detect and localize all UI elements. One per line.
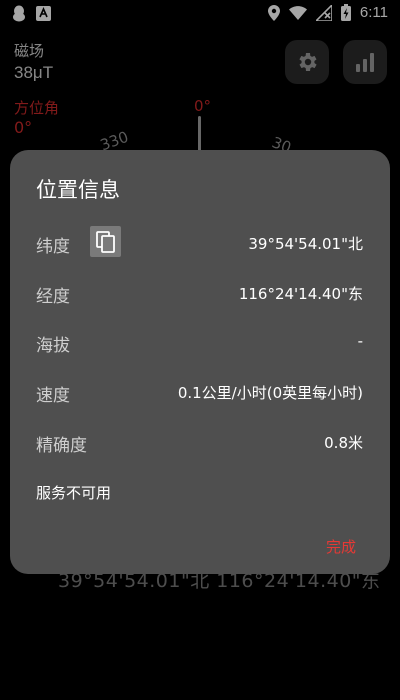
- latitude-label: 纬度: [36, 237, 70, 257]
- speed-label: 速度: [36, 386, 70, 406]
- longitude-row: 经度 116°24'14.40"东: [36, 278, 363, 308]
- dialog-title: 位置信息: [36, 178, 120, 202]
- longitude-value: 116°24'14.40"东: [238, 285, 363, 303]
- altitude-value: -: [357, 332, 363, 350]
- copy-icon: [95, 230, 116, 253]
- accuracy-label: 精确度: [36, 436, 87, 456]
- accuracy-value: 0.8米: [324, 434, 363, 452]
- altitude-label: 海拔: [36, 336, 70, 356]
- location-info-dialog: 位置信息 纬度 39°54'54.01"北 经度 116°24'14.40"东 …: [10, 150, 390, 574]
- longitude-label: 经度: [36, 287, 70, 307]
- latitude-value: 39°54'54.01"北: [248, 235, 363, 253]
- speed-row: 速度 0.1公里/小时(0英里每小时): [36, 377, 363, 407]
- speed-value: 0.1公里/小时(0英里每小时): [177, 384, 363, 402]
- done-button[interactable]: 完成: [326, 536, 356, 557]
- latitude-row: 纬度 39°54'54.01"北: [36, 226, 363, 258]
- copy-button[interactable]: [90, 226, 121, 257]
- service-status: 服务不可用: [36, 484, 112, 502]
- accuracy-row: 精确度 0.8米: [36, 427, 363, 457]
- altitude-row: 海拔 -: [36, 327, 363, 357]
